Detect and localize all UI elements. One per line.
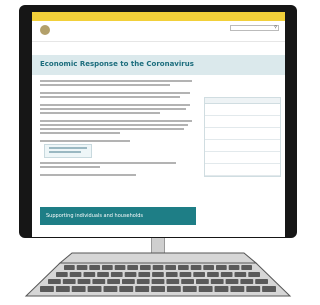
keyboard-key <box>40 286 54 292</box>
keyboard-key <box>198 286 213 292</box>
keyboard-key <box>138 272 151 277</box>
keyboard-key <box>127 265 138 270</box>
keyboard-key <box>151 286 165 292</box>
keyboard-key <box>140 265 151 270</box>
keyboard-key <box>71 286 86 292</box>
keyboard-key <box>225 279 239 284</box>
keyboard-key <box>103 286 118 292</box>
keyboard-key <box>107 279 120 284</box>
keyboard-key <box>246 286 261 292</box>
keyboard-key <box>97 272 109 277</box>
keyboard-key <box>190 265 202 270</box>
keyboard-key <box>56 272 68 277</box>
keyboard-key <box>48 279 61 284</box>
keyboard-key <box>92 279 106 284</box>
keyboard-key <box>124 272 137 277</box>
keyboard-key <box>64 265 75 270</box>
keyboard-key <box>255 279 268 284</box>
keyboard-key <box>114 265 126 270</box>
keyboard-key <box>196 279 209 284</box>
keyboard-key <box>69 272 82 277</box>
keyboard-key <box>166 279 180 284</box>
keyboard-key <box>203 265 214 270</box>
keyboard-key <box>165 272 178 277</box>
keyboard-key <box>179 272 192 277</box>
keyboard-key <box>234 272 247 277</box>
keyboard-key <box>135 286 150 292</box>
keyboard-key <box>152 272 164 277</box>
keyboard-key <box>216 265 227 270</box>
keyboard-key <box>248 272 260 277</box>
keyboard-key <box>214 286 229 292</box>
keyboard-key <box>178 265 189 270</box>
keyboard-key <box>152 265 164 270</box>
keyboard-key <box>182 286 197 292</box>
keyboard-key <box>230 286 245 292</box>
keyboard-key <box>55 286 70 292</box>
keyboard-key <box>83 272 96 277</box>
keyboard-key <box>76 265 88 270</box>
keyboard-key <box>181 279 194 284</box>
keyboard-key <box>220 272 233 277</box>
keyboard <box>24 252 292 297</box>
keyboard-key <box>207 272 219 277</box>
keyboard-key <box>77 279 91 284</box>
keyboard-key <box>210 279 224 284</box>
keyboard-key <box>89 265 100 270</box>
keyboard-key <box>240 279 254 284</box>
keyboard-key <box>136 279 150 284</box>
keyboard-key <box>110 272 123 277</box>
keyboard-key <box>241 265 252 270</box>
keyboard-key <box>165 265 176 270</box>
keyboard-key <box>87 286 102 292</box>
keyboard-key <box>119 286 134 292</box>
keyboard-key <box>228 265 240 270</box>
keyboard-key <box>62 279 76 284</box>
keyboard-key <box>166 286 181 292</box>
keyboard-key <box>122 279 135 284</box>
keyboard-key <box>151 279 165 284</box>
keyboard-key <box>102 265 113 270</box>
keyboard-key <box>262 286 276 292</box>
keyboard-key <box>193 272 205 277</box>
